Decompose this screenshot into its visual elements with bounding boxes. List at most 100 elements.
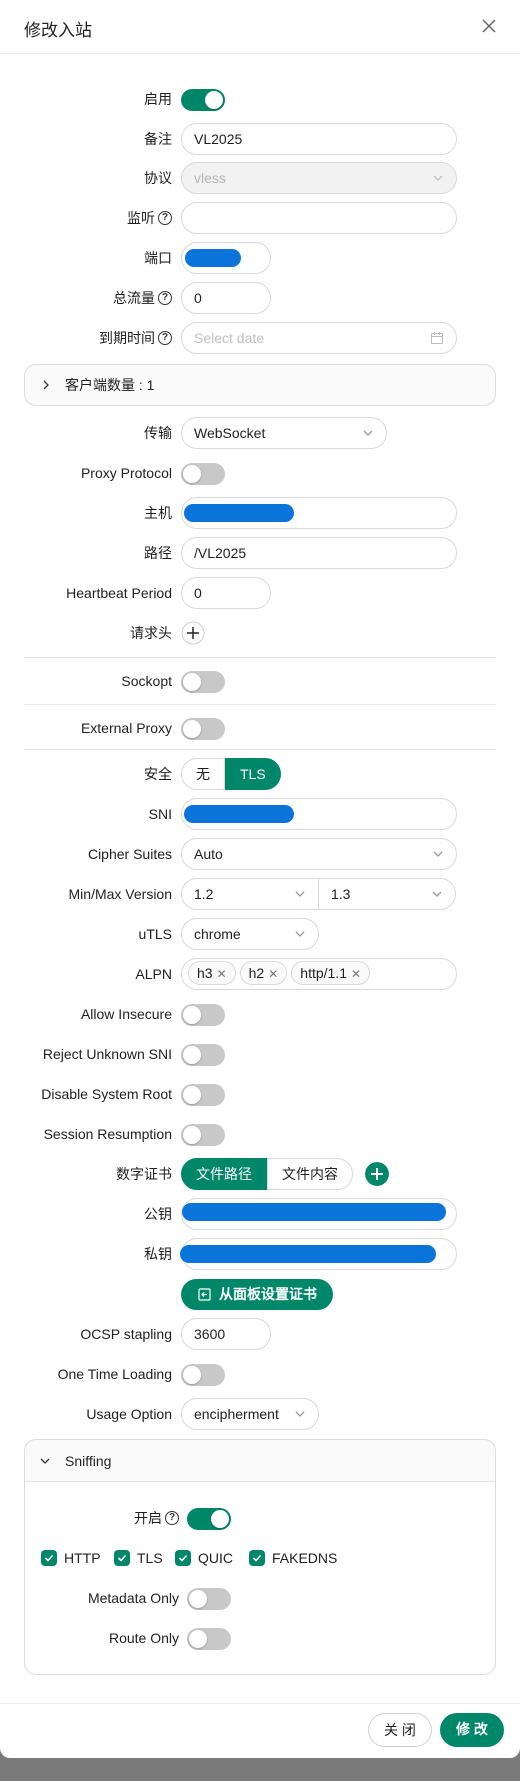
check-icon [249,1550,265,1566]
session-resumption-toggle[interactable] [181,1124,225,1146]
listen-label-wrap: 监听? [127,200,172,236]
help-icon[interactable]: ? [165,1511,179,1525]
utls-label: uTLS [138,926,172,942]
remove-tag-icon[interactable]: ✕ [351,967,361,981]
close-button[interactable]: 关 闭 [368,1713,432,1747]
sniffing-fakedns-checkbox[interactable]: FAKEDNS [249,1540,337,1576]
sniffing-enable-row: 开启? [0,1500,520,1536]
protocol-value: vless [194,170,226,186]
sniffing-http-checkbox[interactable]: HTTP [41,1540,101,1576]
cipher-select[interactable]: Auto [181,838,457,870]
proxy-protocol-label: Proxy Protocol [80,465,172,481]
session-resumption-row: Session Resumption [0,1116,520,1152]
max-version-select[interactable]: 1.3 [318,878,456,910]
expiry-date-picker[interactable]: Select date [181,322,457,354]
sniffing-quic-checkbox[interactable]: QUIC [175,1540,233,1576]
chevron-right-icon [43,380,49,390]
sni-row: SNI [0,796,520,832]
sniffing-title: Sniffing [65,1453,112,1469]
network-select[interactable]: WebSocket [181,417,387,449]
redacted-host [184,504,294,522]
add-certificate-plus-icon[interactable] [365,1162,389,1186]
sniffing-enable-toggle[interactable] [187,1508,231,1530]
remove-tag-icon[interactable]: ✕ [217,967,227,981]
certificate-option-file-content[interactable]: 文件内容 [267,1158,353,1190]
set-cert-from-panel-button[interactable]: 从面板设置证书 [181,1279,333,1310]
usage-option-select[interactable]: encipherment [181,1398,319,1430]
path-input[interactable]: /VL2025 [181,537,457,569]
proxy-protocol-row: Proxy Protocol [0,455,520,491]
heartbeat-input[interactable]: 0 [181,577,271,609]
chevron-down-icon [433,851,443,857]
certificate-option-file-path[interactable]: 文件路径 [181,1158,267,1190]
sniffing-enable-label: 开启 [134,1510,162,1526]
protocol-select[interactable]: vless [181,162,457,194]
chevron-down-icon [295,891,305,897]
protocol-row: 协议 vless [0,160,520,196]
usage-option-label: Usage Option [86,1406,172,1422]
close-icon[interactable] [480,17,498,35]
proxy-protocol-toggle[interactable] [181,463,225,485]
utls-select[interactable]: chrome [181,918,319,950]
metadata-only-row: Metadata Only [0,1580,520,1616]
route-only-label: Route Only [108,1630,179,1646]
sockopt-label: Sockopt [121,673,172,689]
submit-button[interactable]: 修 改 [440,1713,504,1747]
total-traffic-label: 总流量 [113,290,155,306]
redacted-sni [184,805,294,823]
ocsp-input[interactable]: 3600 [181,1318,271,1350]
help-icon[interactable]: ? [158,331,172,345]
alpn-multiselect[interactable]: h3 ✕ h2 ✕ http/1.1 ✕ [181,958,457,990]
sniffing-tls-checkbox[interactable]: TLS [114,1540,163,1576]
remove-tag-icon[interactable]: ✕ [268,967,278,981]
allow-insecure-toggle[interactable] [181,1004,225,1026]
sniffing-header[interactable]: Sniffing [25,1440,495,1482]
calendar-icon [431,332,443,344]
clients-panel[interactable]: 客户端数量 : 1 [24,364,496,406]
redacted-public-key [182,1203,446,1221]
redacted-private-key [180,1245,436,1263]
remark-input[interactable]: VL2025 [181,123,457,155]
cipher-row: Cipher Suites Auto [0,836,520,872]
chevron-down-icon [433,175,443,181]
heartbeat-row: Heartbeat Period 0 [0,575,520,611]
enable-toggle[interactable] [181,89,225,111]
help-icon[interactable]: ? [158,291,172,305]
listen-input[interactable] [181,202,457,234]
external-proxy-toggle[interactable] [181,718,225,740]
help-icon[interactable]: ? [158,211,172,225]
sniffing-tls-label: TLS [137,1550,163,1566]
chevron-down-icon [432,891,442,897]
path-label: 路径 [144,545,172,561]
utls-value: chrome [194,926,241,942]
alpn-label: ALPN [135,966,172,982]
protocol-label: 协议 [144,170,172,186]
cipher-value: Auto [194,846,223,862]
add-header-plus-icon[interactable] [181,621,205,645]
min-version-select[interactable]: 1.2 [181,878,319,910]
security-option-none[interactable]: 无 [181,758,225,790]
sockopt-toggle[interactable] [181,671,225,693]
one-time-loading-toggle[interactable] [181,1364,225,1386]
total-traffic-row: 总流量? 0 [0,280,520,316]
total-traffic-input[interactable]: 0 [181,282,271,314]
total-traffic-label-wrap: 总流量? [113,280,172,316]
security-option-tls[interactable]: TLS [225,758,281,790]
host-row: 主机 [0,495,520,531]
route-only-toggle[interactable] [187,1628,231,1650]
enable-row: 启用 [0,81,520,117]
port-label: 端口 [144,250,172,266]
host-label: 主机 [144,505,172,521]
ocsp-label: OCSP stapling [80,1326,172,1342]
alpn-tag: http/1.1 ✕ [291,961,371,985]
reject-unknown-sni-label: Reject Unknown SNI [42,1046,172,1062]
sockopt-row: Sockopt [0,663,520,699]
disable-system-root-toggle[interactable] [181,1084,225,1106]
network-value: WebSocket [194,425,266,441]
chevron-down-icon [295,931,305,937]
check-icon [114,1550,130,1566]
sniffing-dest-row: HTTP TLS QUIC FAKEDNS [0,1540,520,1576]
port-row: 端口 [0,240,520,276]
metadata-only-toggle[interactable] [187,1588,231,1610]
reject-unknown-sni-toggle[interactable] [181,1044,225,1066]
